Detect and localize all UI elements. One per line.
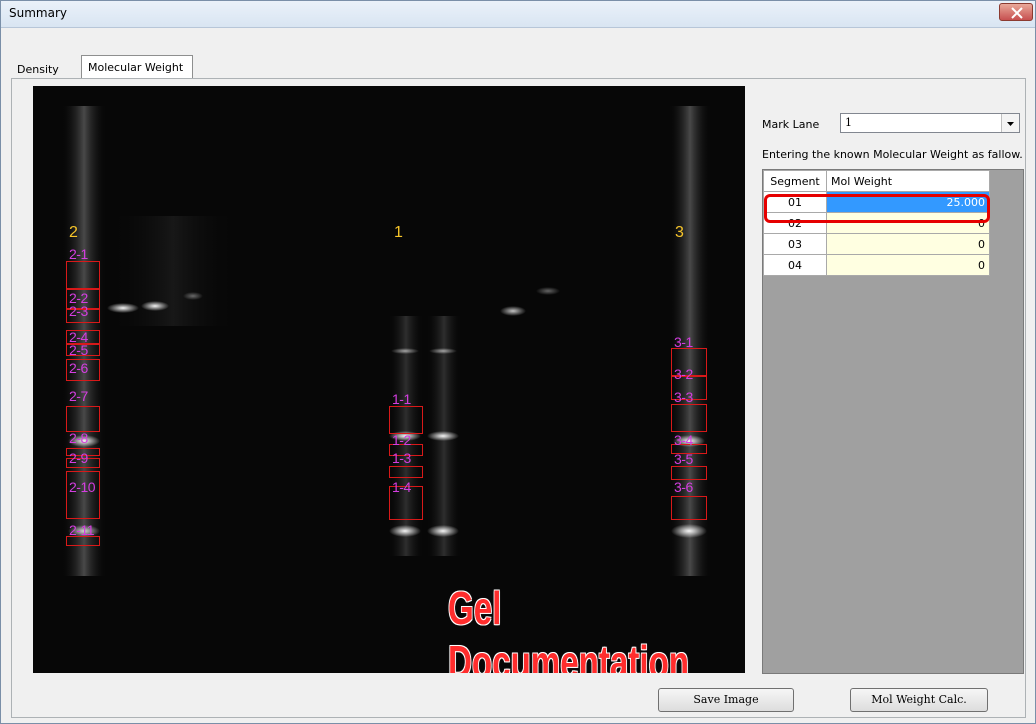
segment-label-2-7: 2-7 [69, 388, 88, 404]
gel-documentation-watermark: Gel Documentation [448, 582, 690, 673]
mark-lane-value: 1 [845, 116, 852, 129]
segment-label-2-10: 2-10 [69, 479, 96, 495]
segment-label-1-3: 1-3 [392, 450, 411, 466]
segment-label-3-6: 3-6 [674, 479, 693, 495]
instruction-text: Entering the known Molecular Weight as f… [762, 148, 1023, 161]
table-row[interactable]: 03 0 [763, 233, 990, 255]
segment-label-2-5: 2-5 [69, 342, 88, 358]
close-button[interactable] [999, 3, 1033, 21]
column-header-mol-weight[interactable]: Mol Weight [826, 170, 990, 192]
dropdown-arrow-icon[interactable] [1001, 114, 1019, 132]
mol-weight-grid: Segment Mol Weight 01 25.000 02 0 03 0 0… [762, 169, 1024, 674]
selected-row-highlight [764, 194, 990, 223]
mol-weight-cell[interactable]: 0 [826, 233, 990, 255]
mol-weight-calc-button[interactable]: Mol Weight Calc. [850, 688, 988, 712]
mark-lane-label: Mark Lane [762, 118, 820, 131]
segment-label-3-5: 3-5 [674, 451, 693, 467]
segment-label-1-4: 1-4 [392, 479, 411, 495]
title-bar: Summary [1, 1, 1035, 28]
segment-cell[interactable]: 03 [763, 233, 827, 255]
column-header-segment[interactable]: Segment [763, 170, 827, 192]
lane-number-3: 3 [675, 224, 684, 241]
segment-label-3-3: 3-3 [674, 389, 693, 405]
gel-image[interactable]: 2 1 3 2-1 2-2 2-3 2-4 2-5 2-6 2-7 2-8 2-… [33, 86, 745, 673]
tab-density[interactable]: Density [11, 59, 83, 80]
segment-label-3-4: 3-4 [674, 432, 693, 448]
segment-label-1-2: 1-2 [392, 432, 411, 448]
segment-label-3-2: 3-2 [674, 366, 693, 382]
segment-label-2-9: 2-9 [69, 450, 88, 466]
segment-label-3-1: 3-1 [674, 334, 693, 350]
segment-box[interactable] [389, 406, 423, 434]
segment-cell[interactable]: 04 [763, 254, 827, 276]
segment-label-2-8: 2-8 [69, 430, 88, 446]
lane-number-2: 2 [69, 224, 78, 241]
segment-box[interactable] [671, 496, 707, 520]
segment-box[interactable] [66, 261, 100, 289]
mol-weight-table: Segment Mol Weight 01 25.000 02 0 03 0 0… [763, 170, 990, 276]
save-image-button[interactable]: Save Image [658, 688, 794, 712]
table-row[interactable]: 04 0 [763, 254, 990, 276]
segment-box[interactable] [389, 466, 423, 478]
lane-number-1: 1 [394, 224, 403, 241]
tab-molecular-weight[interactable]: Molecular Weight [81, 55, 193, 79]
window-title: Summary [9, 6, 67, 20]
table-header-row: Segment Mol Weight [763, 170, 990, 192]
segment-box[interactable] [671, 466, 707, 480]
segment-label-2-6: 2-6 [69, 360, 88, 376]
segment-label-2-1: 2-1 [69, 246, 88, 262]
segment-label-1-1: 1-1 [392, 391, 411, 407]
mol-weight-cell[interactable]: 0 [826, 254, 990, 276]
segment-label-2-3: 2-3 [69, 303, 88, 319]
segment-label-2-11: 2-11 [69, 522, 94, 538]
segment-box[interactable] [671, 404, 707, 432]
close-icon [1011, 7, 1023, 19]
mark-lane-select[interactable]: 1 [840, 113, 1020, 133]
segment-box[interactable] [66, 406, 100, 432]
